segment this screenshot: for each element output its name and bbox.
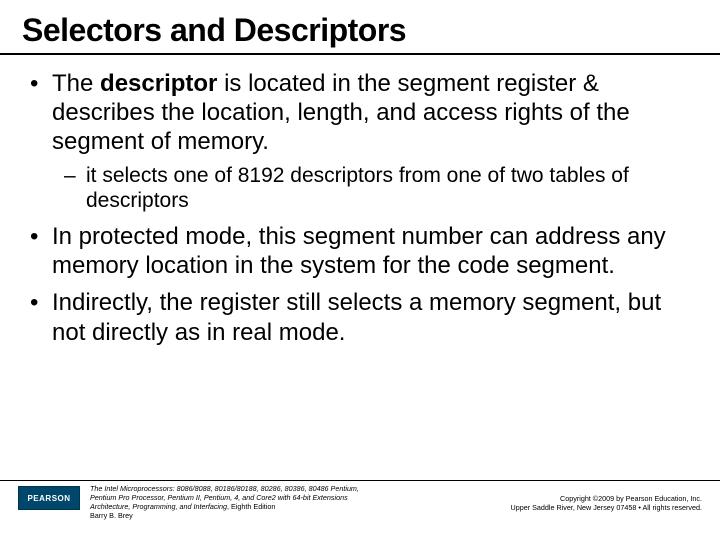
bullet-1-pre: The (52, 70, 100, 97)
bullet-3: Indirectly, the register still selects a… (44, 288, 698, 347)
footer: PEARSON The Intel Microprocessors: 8086/… (0, 480, 720, 540)
bullet-1-bold: descriptor (100, 70, 217, 97)
slide-title: Selectors and Descriptors (22, 12, 698, 49)
copy-line1: Copyright ©2009 by Pearson Education, In… (560, 494, 702, 503)
book-author: Barry B. Brey (90, 511, 133, 520)
book-line2: Pentium Pro Processor, Pentium II, Penti… (90, 493, 348, 502)
footer-inner: PEARSON The Intel Microprocessors: 8086/… (0, 484, 720, 524)
sub-bullet-1: it selects one of 8192 descriptors from … (78, 163, 698, 214)
sub-list-1: it selects one of 8192 descriptors from … (52, 163, 698, 214)
bullet-1: The descriptor is located in the segment… (44, 69, 698, 214)
title-underline (0, 53, 720, 55)
footer-rule (0, 480, 720, 481)
bullet-list: The descriptor is located in the segment… (26, 69, 698, 347)
book-line3-tail: , Eighth Edition (227, 502, 275, 511)
book-line1: The Intel Microprocessors: 8086/8088, 80… (90, 484, 359, 493)
book-line3: Architecture, Programming, and Interfaci… (90, 502, 227, 511)
book-citation: The Intel Microprocessors: 8086/8088, 80… (90, 484, 501, 520)
slide-body: The descriptor is located in the segment… (22, 69, 698, 347)
copy-line2: Upper Saddle River, New Jersey 07458 • A… (511, 503, 702, 512)
publisher-logo: PEARSON (18, 486, 80, 510)
copyright: Copyright ©2009 by Pearson Education, In… (511, 484, 702, 512)
bullet-2: In protected mode, this segment number c… (44, 222, 698, 281)
slide: Selectors and Descriptors The descriptor… (0, 0, 720, 540)
